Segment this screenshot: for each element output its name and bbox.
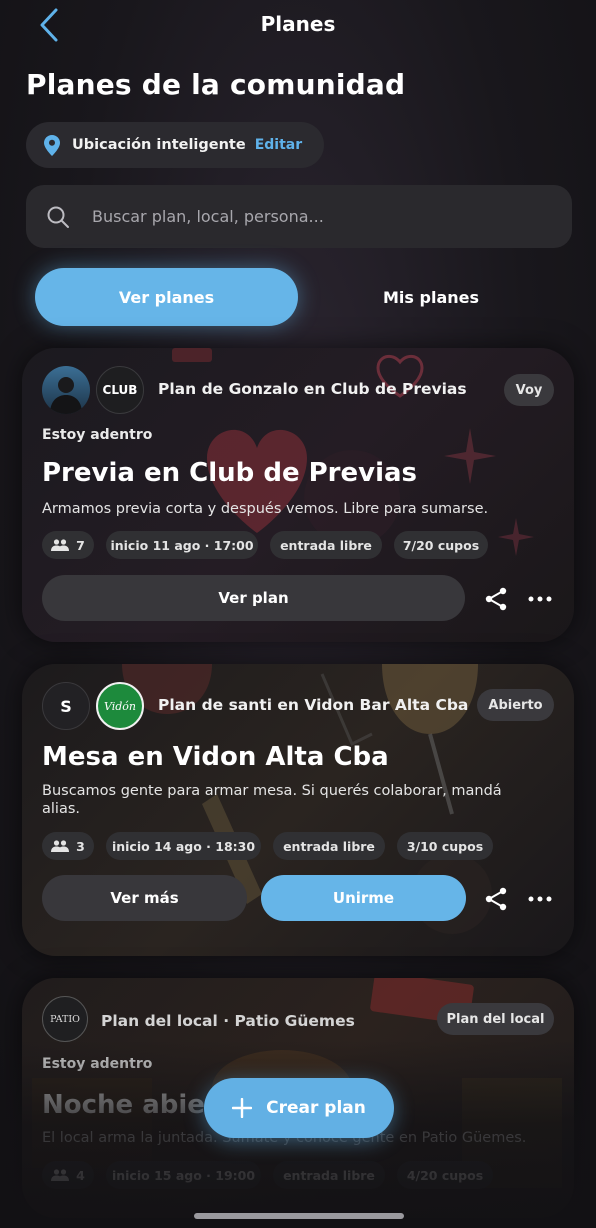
- plan-description: Armamos previa corta y después vemos. Li…: [42, 501, 489, 517]
- tab-ver-planes[interactable]: Ver planes: [35, 268, 298, 326]
- more-options-button[interactable]: [525, 584, 555, 614]
- more-horizontal-icon: [528, 596, 552, 602]
- group-icon: [51, 539, 70, 551]
- screen-title: Planes: [260, 12, 336, 36]
- spots-chip: 4/20 cupos: [397, 1161, 493, 1189]
- entry-chip: entrada libre: [273, 1161, 385, 1189]
- plan-title: Mesa en Vidon Alta Cba: [42, 742, 389, 772]
- plan-host: Plan del local · Patio Güemes: [101, 1012, 355, 1030]
- create-plan-button[interactable]: Crear plan: [204, 1078, 394, 1138]
- view-plan-button[interactable]: Ver plan: [42, 575, 465, 621]
- status-label: Estoy adentro: [42, 1056, 153, 1072]
- start-time-chip: inicio 11 ago · 17:00: [106, 531, 258, 559]
- share-icon: [485, 887, 507, 911]
- plan-host: Plan de Gonzalo en Club de Previas: [158, 380, 467, 398]
- group-icon: [51, 840, 70, 852]
- location-selector[interactable]: Ubicación inteligente Editar: [26, 122, 324, 168]
- share-button[interactable]: [481, 884, 511, 914]
- plan-host: Plan de santi en Vidon Bar Alta Cba: [158, 696, 469, 714]
- create-plan-label: Crear plan: [266, 1098, 366, 1118]
- venue-plan-badge[interactable]: Plan del local: [437, 1003, 554, 1035]
- people-count-chip: 3: [42, 832, 94, 860]
- group-icon: [51, 1169, 70, 1181]
- location-pin-icon: [44, 134, 60, 156]
- people-count-chip: 4: [42, 1161, 94, 1189]
- people-count: 7: [76, 537, 85, 553]
- more-options-button[interactable]: [525, 884, 555, 914]
- edit-location-link[interactable]: Editar: [255, 137, 302, 153]
- plan-title: Previa en Club de Previas: [42, 458, 418, 488]
- venue-logo[interactable]: Vidón: [96, 682, 144, 730]
- venue-logo-text: PATIO: [50, 1013, 80, 1025]
- host-photo: [50, 377, 82, 414]
- home-indicator[interactable]: [194, 1213, 404, 1219]
- plus-icon: [232, 1098, 253, 1118]
- venue-logo[interactable]: PATIO: [42, 996, 88, 1042]
- plan-card: CLUB Plan de Gonzalo en Club de Previas …: [22, 348, 574, 642]
- entry-chip: entrada libre: [273, 832, 385, 860]
- people-count-chip: 7: [42, 531, 94, 559]
- page-title: Planes de la comunidad: [26, 68, 406, 101]
- join-button[interactable]: Unirme: [261, 875, 466, 921]
- search-bar[interactable]: [26, 185, 572, 248]
- venue-logo-text: Vidón: [103, 699, 137, 713]
- tab-mis-planes[interactable]: Mis planes: [300, 268, 562, 326]
- more-horizontal-icon: [528, 896, 552, 902]
- start-time-chip: inicio 14 ago · 18:30: [106, 832, 261, 860]
- spots-chip: 3/10 cupos: [397, 832, 493, 860]
- location-label: Ubicación inteligente: [72, 137, 246, 153]
- people-count: 4: [76, 1167, 85, 1183]
- share-icon: [485, 587, 507, 611]
- plan-description: Buscamos gente para armar mesa. Si queré…: [42, 783, 502, 817]
- search-input[interactable]: [92, 207, 532, 226]
- attending-badge[interactable]: Voy: [504, 374, 554, 406]
- open-badge[interactable]: Abierto: [477, 689, 554, 721]
- host-avatar[interactable]: [42, 366, 90, 414]
- top-bar: Planes: [0, 0, 596, 50]
- spots-chip: 7/20 cupos: [394, 531, 488, 559]
- start-time-chip: inicio 15 ago · 19:00: [106, 1161, 261, 1189]
- host-initial: S: [60, 696, 72, 716]
- people-count: 3: [76, 838, 85, 854]
- search-icon: [47, 206, 69, 228]
- plan-card: S Vidón Plan de santi en Vidon Bar Alta …: [22, 664, 574, 956]
- status-label: Estoy adentro: [42, 427, 153, 443]
- venue-logo[interactable]: CLUB: [96, 366, 144, 414]
- entry-chip: entrada libre: [270, 531, 382, 559]
- view-more-button[interactable]: Ver más: [42, 875, 247, 921]
- host-avatar[interactable]: S: [42, 682, 90, 730]
- venue-logo-text: CLUB: [102, 383, 138, 397]
- share-button[interactable]: [481, 584, 511, 614]
